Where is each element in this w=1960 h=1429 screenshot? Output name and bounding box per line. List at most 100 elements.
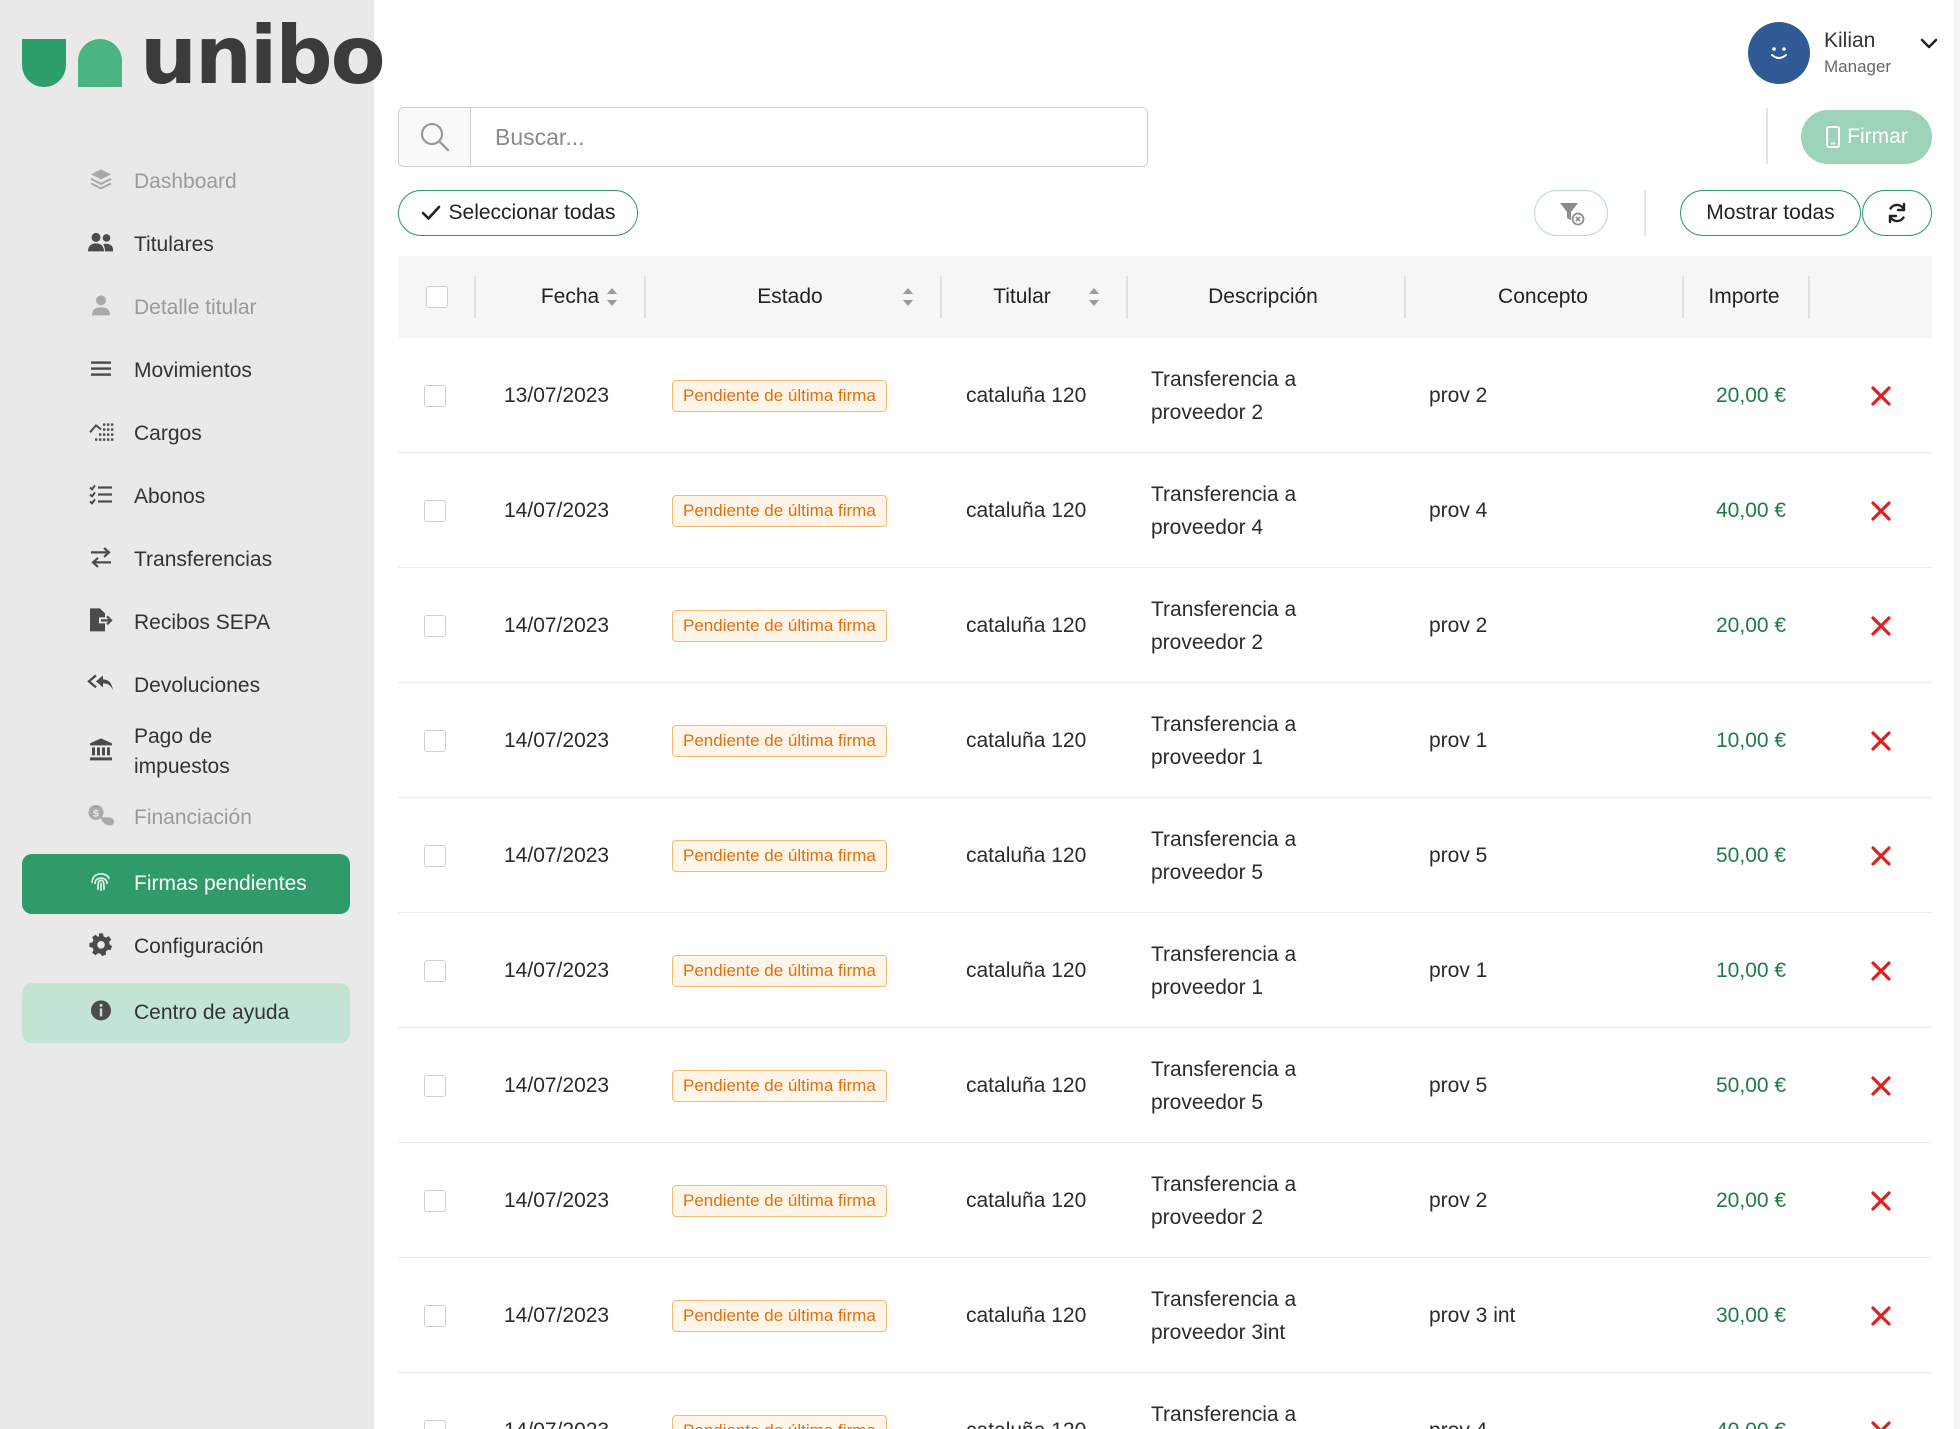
sidebar-item-firmas-pendientes[interactable]: Firmas pendientes bbox=[22, 854, 350, 914]
cell-fecha: 14/07/2023 bbox=[504, 1303, 610, 1327]
status-cell: Pendiente de última firma bbox=[672, 338, 887, 453]
toolbar-divider bbox=[1766, 108, 1768, 164]
cell-concepto: prov 1 bbox=[1429, 958, 1488, 982]
avatar[interactable] bbox=[1748, 22, 1810, 84]
sidebar-item-label: Detalle titular bbox=[134, 296, 257, 319]
descripcion-line-1: Transferencia a bbox=[1151, 367, 1297, 391]
cell-importe: 40,00 € bbox=[1716, 1373, 1786, 1429]
delete-icon[interactable] bbox=[1870, 1143, 1892, 1258]
sidebar-item-configuracion[interactable]: Configuración bbox=[22, 917, 350, 977]
table-row[interactable]: 14/07/2023 Pendiente de última firma catal… bbox=[398, 683, 1932, 798]
delete-icon[interactable] bbox=[1870, 1258, 1892, 1373]
cell-importe: 20,00 € bbox=[1716, 613, 1787, 637]
row-checkbox[interactable] bbox=[424, 913, 446, 1028]
header-divider bbox=[1808, 276, 1810, 318]
sidebar-item-transferencias[interactable]: Transferencias bbox=[22, 530, 350, 590]
sidebar-item-dashboard[interactable]: Dashboard bbox=[22, 152, 350, 212]
status-badge: Pendiente de última firma bbox=[672, 379, 887, 412]
delete-icon[interactable] bbox=[1870, 683, 1892, 798]
status-badge: Pendiente de última firma bbox=[672, 1299, 887, 1332]
sign-button[interactable]: Firmar bbox=[1801, 110, 1932, 164]
table-row[interactable]: 14/07/2023 Pendiente de última firma catal… bbox=[398, 798, 1932, 913]
header-divider bbox=[940, 276, 942, 318]
cell-titular: cataluña 120 bbox=[966, 728, 1087, 752]
row-checkbox[interactable] bbox=[424, 1258, 446, 1373]
cell-fecha: 14/07/2023 bbox=[504, 613, 610, 637]
row-checkbox[interactable] bbox=[424, 338, 446, 453]
sidebar-item-financiacion[interactable]: $ Financiación bbox=[22, 788, 350, 848]
user-menu[interactable]: Kilian Manager bbox=[1748, 22, 1939, 84]
search-icon[interactable] bbox=[399, 108, 471, 166]
descripcion-line-1: Transferencia a bbox=[1151, 1057, 1297, 1081]
table-row[interactable]: 14/07/2023 Pendiente de última firma catal… bbox=[398, 1258, 1932, 1373]
smiley-icon bbox=[1771, 47, 1787, 59]
header-fecha[interactable]: Fecha bbox=[520, 256, 620, 338]
chart-dots-icon bbox=[86, 418, 116, 444]
header-titular[interactable]: Titular bbox=[972, 256, 1072, 338]
cell-importe: 10,00 € bbox=[1716, 958, 1787, 982]
scrollbar[interactable] bbox=[1954, 0, 1960, 1429]
sort-icon[interactable] bbox=[606, 286, 618, 308]
table-row[interactable]: 14/07/2023 Pendiente de última firma catal… bbox=[398, 1028, 1932, 1143]
delete-icon[interactable] bbox=[1870, 913, 1892, 1028]
row-checkbox[interactable] bbox=[424, 568, 446, 683]
descripcion-line-1: Transferencia a bbox=[1151, 482, 1297, 506]
delete-icon[interactable] bbox=[1870, 568, 1892, 683]
search-input[interactable] bbox=[471, 108, 1147, 166]
select-all-button[interactable]: Seleccionar todas bbox=[398, 190, 638, 236]
sidebar-item-label: Dashboard bbox=[134, 170, 237, 193]
table-row[interactable]: 13/07/2023 Pendiente de última firma catal… bbox=[398, 338, 1932, 453]
sidebar-item-devoluciones[interactable]: Devoluciones bbox=[22, 656, 350, 716]
sidebar-item-centro-de-ayuda[interactable]: Centro de ayuda bbox=[22, 983, 350, 1043]
users-icon bbox=[86, 229, 116, 255]
sidebar-item-movimientos[interactable]: Movimientos bbox=[22, 341, 350, 401]
sort-icon[interactable] bbox=[902, 286, 914, 308]
status-badge: Pendiente de última firma bbox=[672, 609, 887, 642]
sidebar-item-pago-de-impuestos[interactable]: Pago de impuestos bbox=[22, 719, 350, 785]
row-checkbox[interactable] bbox=[424, 453, 446, 568]
cell-importe: 20,00 € bbox=[1716, 1188, 1787, 1212]
delete-icon[interactable] bbox=[1870, 798, 1892, 913]
delete-icon[interactable] bbox=[1870, 338, 1892, 453]
row-checkbox[interactable] bbox=[424, 1143, 446, 1258]
brand-logo[interactable]: unibo bbox=[22, 16, 386, 96]
delete-icon[interactable] bbox=[1870, 453, 1892, 568]
cell-importe: 50,00 € bbox=[1716, 843, 1787, 867]
sidebar-item-titulares[interactable]: Titulares bbox=[22, 215, 350, 275]
delete-icon[interactable] bbox=[1870, 1373, 1892, 1429]
status-badge: Pendiente de última firma bbox=[672, 1069, 887, 1102]
table-row[interactable]: 14/07/2023 Pendiente de última firma catal… bbox=[398, 1143, 1932, 1258]
header-select-all-checkbox[interactable] bbox=[424, 256, 450, 338]
cell-fecha: 14/07/2023 bbox=[504, 1188, 610, 1212]
row-checkbox[interactable] bbox=[424, 798, 446, 913]
sidebar-item-detalle-titular[interactable]: Detalle titular bbox=[22, 278, 350, 338]
refresh-button[interactable] bbox=[1862, 190, 1932, 236]
status-cell: Pendiente de última firma bbox=[672, 1143, 887, 1258]
clear-filter-button[interactable] bbox=[1534, 190, 1608, 236]
sidebar-item-cargos[interactable]: Cargos bbox=[22, 404, 350, 464]
sidebar-item-label: Centro de ayuda bbox=[134, 1001, 290, 1024]
sidebar-item-abonos[interactable]: Abonos bbox=[22, 467, 350, 527]
status-cell: Pendiente de última firma bbox=[672, 1258, 887, 1373]
chevron-down-icon[interactable] bbox=[1919, 37, 1939, 51]
row-checkbox[interactable] bbox=[424, 1373, 446, 1429]
arrows-exchange-icon bbox=[86, 544, 116, 570]
table-row[interactable]: 14/07/2023 Pendiente de última firma catal… bbox=[398, 913, 1932, 1028]
delete-icon[interactable] bbox=[1870, 1028, 1892, 1143]
table-row[interactable]: 14/07/2023 Pendiente de última firma catal… bbox=[398, 453, 1932, 568]
status-badge: Pendiente de última firma bbox=[672, 494, 887, 527]
table-row[interactable]: 14/07/2023 Pendiente de última firma catal… bbox=[398, 1373, 1932, 1429]
cell-importe: 50,00 € bbox=[1716, 1073, 1787, 1097]
mobile-icon bbox=[1826, 126, 1841, 148]
descripcion-line-1: Transferencia a bbox=[1151, 827, 1297, 851]
row-checkbox[interactable] bbox=[424, 1028, 446, 1143]
sidebar-item-recibos-sepa[interactable]: Recibos SEPA bbox=[22, 593, 350, 653]
show-all-button[interactable]: Mostrar todas bbox=[1680, 190, 1861, 236]
row-checkbox[interactable] bbox=[424, 683, 446, 798]
header-estado[interactable]: Estado bbox=[728, 256, 852, 338]
descripcion-line-1: Transferencia a bbox=[1151, 597, 1297, 621]
layers-icon bbox=[86, 166, 116, 192]
sort-icon[interactable] bbox=[1088, 286, 1100, 308]
descripcion-line-2: proveedor 1 bbox=[1151, 975, 1264, 999]
table-row[interactable]: 14/07/2023 Pendiente de última firma catal… bbox=[398, 568, 1932, 683]
